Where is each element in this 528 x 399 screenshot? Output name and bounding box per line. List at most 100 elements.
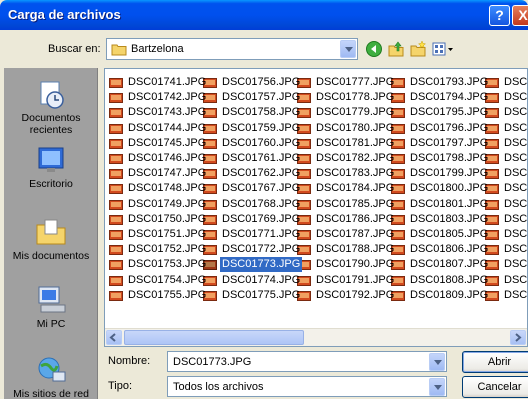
- file-name: DSC0: [504, 76, 528, 88]
- close-button[interactable]: X: [512, 5, 528, 26]
- file-name: DSC0: [504, 212, 528, 225]
- file-name: DSC01754.JPG: [128, 273, 207, 286]
- file-name: DSC01774.JPG: [222, 273, 301, 286]
- file-name: DSC01755.JPG: [128, 288, 207, 301]
- file-name: DSC01808.JPG: [410, 273, 489, 286]
- place-label: Mis documentos: [12, 250, 90, 262]
- look-in-combo[interactable]: Bartzelona: [106, 38, 358, 60]
- file-name: DSC01762.JPG: [222, 167, 301, 180]
- help-button[interactable]: ?: [489, 5, 510, 26]
- place-recent-documents[interactable]: Documentos recientes: [4, 78, 98, 136]
- place-network[interactable]: Mis sitios de red: [4, 354, 98, 399]
- place-label: Mi PC: [36, 318, 66, 330]
- file-name: DSC01747.JPG: [128, 167, 207, 180]
- image-file-icon: [109, 138, 123, 149]
- file-type-value: Todos los archivos: [173, 381, 264, 393]
- file-name: DSC01793.JPG: [410, 76, 489, 88]
- chevron-down-icon[interactable]: [340, 40, 356, 58]
- place-label: Mis sitios de red: [13, 388, 89, 399]
- file-name: DSC01750.JPG: [128, 212, 207, 225]
- file-name: DSC01784.JPG: [316, 182, 395, 195]
- file-name: DSC01805.JPG: [410, 228, 489, 240]
- file-name: DSC0: [504, 136, 528, 149]
- file-name: DSC01792.JPG: [316, 288, 395, 301]
- file-name: DSC01757.JPG: [222, 91, 301, 104]
- title-bar[interactable]: Carga de archivos ? X: [0, 0, 528, 30]
- file-name: DSC01807.JPG: [410, 258, 489, 271]
- file-name: DSC01796.JPG: [410, 121, 489, 134]
- place-my-documents[interactable]: Mis documentos: [4, 216, 98, 262]
- file-name-value: DSC01773.JPG: [173, 356, 252, 368]
- file-name: DSC01787.JPG: [316, 228, 395, 240]
- scroll-thumb[interactable]: [124, 330, 304, 345]
- up-folder-icon[interactable]: [387, 40, 405, 58]
- file-name: DSC01775.JPG: [222, 288, 301, 301]
- file-name: DSC01768.JPG: [222, 197, 301, 210]
- horizontal-scrollbar[interactable]: [105, 328, 527, 346]
- place-label: Escritorio: [29, 178, 73, 190]
- file-name: DSC01742.JPG: [128, 91, 207, 104]
- file-name: DSC01780.JPG: [316, 121, 395, 134]
- image-file-icon: [109, 214, 123, 225]
- file-name: DSC0: [504, 121, 528, 134]
- folder-icon: [111, 44, 127, 56]
- look-in-value: Bartzelona: [131, 43, 184, 55]
- image-file-icon: [109, 275, 123, 286]
- image-file-icon: [109, 260, 123, 271]
- network-places-icon: [38, 357, 66, 382]
- file-name: DSC01760.JPG: [222, 136, 301, 149]
- file-name: DSC01767.JPG: [222, 182, 301, 195]
- file-name: DSC01777.JPG: [316, 76, 395, 88]
- file-type-select[interactable]: Todos los archivos: [167, 376, 447, 397]
- file-upload-dialog: Carga de archivos ? X Buscar en: Bartzel…: [0, 0, 528, 399]
- image-file-icon: [109, 93, 123, 104]
- window-title: Carga de archivos: [8, 7, 121, 22]
- file-name: DSC01758.JPG: [222, 106, 301, 119]
- file-name: DSC0: [504, 243, 528, 256]
- file-name: DSC01744.JPG: [128, 121, 207, 134]
- file-name: DSC0: [504, 197, 528, 210]
- view-menu-icon[interactable]: [431, 40, 455, 58]
- file-name: DSC0: [504, 273, 528, 286]
- file-name: DSC01741.JPG: [128, 76, 207, 88]
- image-file-icon: [109, 230, 123, 240]
- file-name: DSC01782.JPG: [316, 152, 395, 164]
- chevron-down-icon[interactable]: [429, 353, 445, 371]
- cancel-button[interactable]: Cancelar: [462, 376, 528, 398]
- file-name: DSC0: [504, 167, 528, 180]
- file-name-label: Nombre:: [108, 355, 151, 367]
- file-name: DSC01806.JPG: [410, 243, 489, 256]
- file-name: DSC0: [504, 106, 528, 119]
- file-name: DSC01791.JPG: [316, 273, 395, 286]
- file-name: DSC01759.JPG: [222, 121, 301, 134]
- image-file-icon: [109, 78, 123, 88]
- place-my-computer[interactable]: Mi PC: [4, 284, 98, 330]
- file-name: DSC01781.JPG: [316, 136, 395, 149]
- file-list[interactable]: DSC0 DSC0 DSC0 DSC0 DSC0 DSC0 DSC0 DSC0 DSC0 DSC0…: [104, 68, 528, 347]
- place-desktop[interactable]: Escritorio: [4, 144, 98, 190]
- image-file-icon: [109, 154, 123, 164]
- chevron-down-icon[interactable]: [429, 378, 445, 396]
- chevron-left-icon: [109, 333, 116, 342]
- file-name: DSC0: [504, 258, 528, 271]
- file-name: DSC01769.JPG: [222, 212, 301, 225]
- file-name: DSC01761.JPG: [222, 152, 301, 164]
- my-computer-icon: [38, 286, 66, 313]
- file-name-input[interactable]: DSC01773.JPG: [167, 351, 447, 372]
- image-file-icon: [109, 108, 123, 119]
- file-name: DSC01752.JPG: [128, 243, 207, 256]
- image-file-icon: [109, 184, 123, 195]
- file-name: DSC0: [504, 228, 528, 240]
- scroll-left-button[interactable]: [106, 330, 122, 345]
- image-file-icon: [109, 199, 123, 210]
- chevron-right-icon: [515, 333, 522, 342]
- my-documents-icon: [36, 219, 66, 245]
- open-button[interactable]: Abrir: [462, 351, 528, 373]
- back-icon[interactable]: [365, 40, 383, 58]
- scroll-right-button[interactable]: [510, 330, 526, 345]
- desktop-icon: [38, 147, 64, 172]
- file-name: DSC01778.JPG: [316, 91, 395, 104]
- new-folder-icon[interactable]: [409, 40, 427, 58]
- file-name: DSC01772.JPG: [222, 243, 301, 256]
- file-name: DSC01790.JPG: [316, 258, 395, 271]
